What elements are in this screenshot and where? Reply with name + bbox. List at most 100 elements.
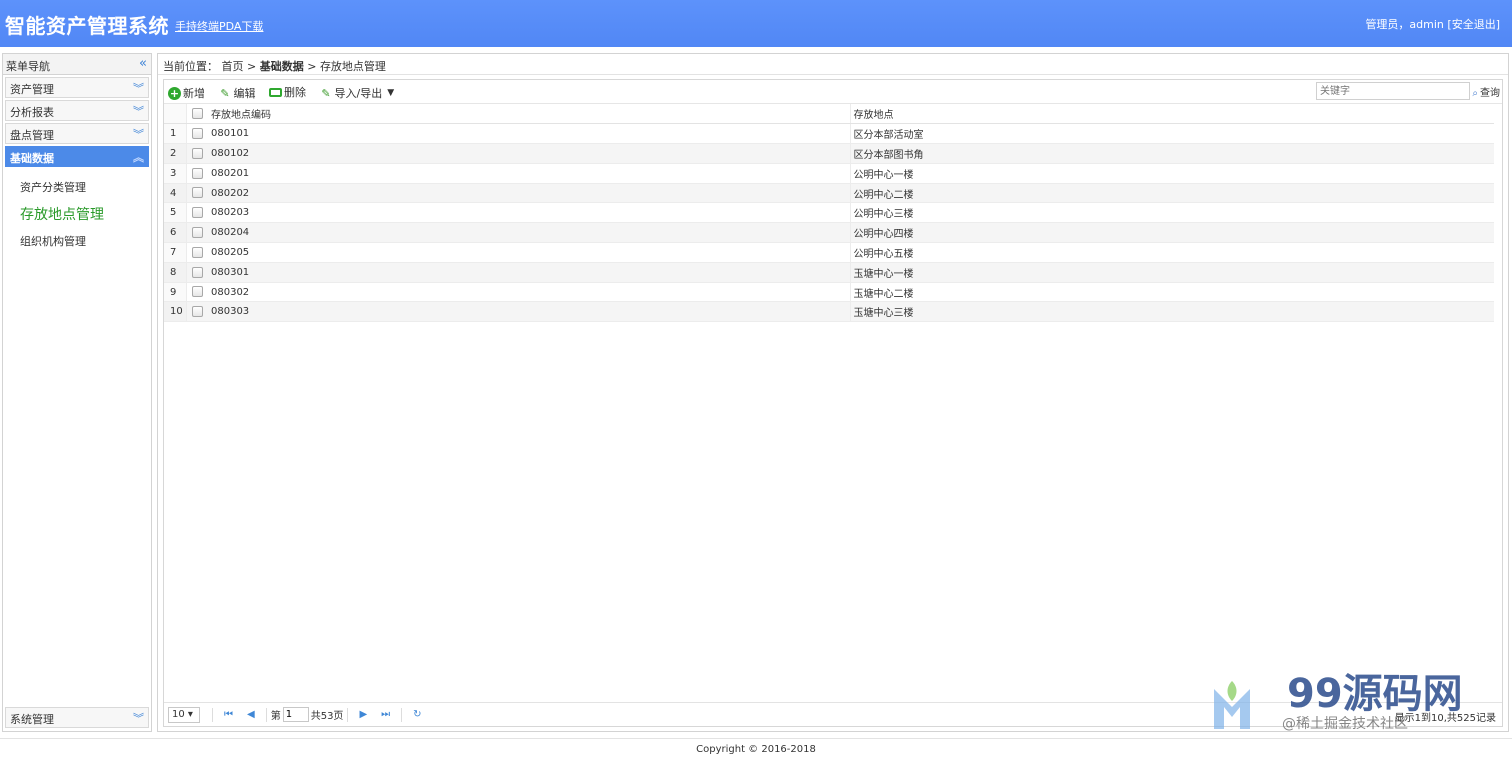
row-number: 2 bbox=[164, 143, 187, 164]
row-checkbox-cell bbox=[186, 282, 208, 303]
table-row[interactable]: 1 080101 区分本部活动室 bbox=[164, 123, 1494, 145]
last-page-icon[interactable]: ⏭ bbox=[381, 709, 390, 720]
edit-button[interactable]: ✎ 编辑 bbox=[219, 85, 256, 101]
row-checkbox[interactable] bbox=[191, 147, 203, 159]
row-number: 1 bbox=[164, 123, 187, 145]
prev-page-icon[interactable]: ◀ bbox=[247, 709, 255, 720]
double-chevron-down-icon: ︾ bbox=[133, 128, 144, 141]
row-checkbox[interactable] bbox=[191, 246, 203, 258]
row-number: 6 bbox=[164, 222, 187, 244]
table-row[interactable]: 9 080302 玉塘中心二楼 bbox=[164, 282, 1494, 303]
caret-down-icon: ▼ bbox=[387, 88, 395, 98]
sidebar-group-basic-data[interactable]: 基础数据 ︽ bbox=[5, 146, 149, 167]
breadcrumb-separator: > bbox=[307, 60, 317, 73]
main-panel: 当前位置： 首页 > 基础数据 > 存放地点管理 + 新增 ✎ 编辑 删除 ✎ … bbox=[157, 53, 1509, 732]
cell-location: 公明中心三楼 bbox=[850, 202, 1494, 224]
table-row[interactable]: 6 080204 公明中心四楼 bbox=[164, 222, 1494, 244]
row-checkbox-cell bbox=[186, 143, 208, 164]
row-checkbox-cell bbox=[186, 262, 208, 283]
sidebar-group-label: 资产管理 bbox=[10, 83, 54, 96]
cell-code: 080202 bbox=[208, 183, 851, 204]
sidebar-item-storage-location[interactable]: 存放地点管理 bbox=[20, 204, 151, 224]
sidebar: 菜单导航 « 资产管理 ︾ 分析报表 ︾ 盘点管理 ︾ 基础数据 ︽ 资产分类管… bbox=[2, 53, 152, 732]
row-checkbox-cell bbox=[186, 123, 208, 145]
sidebar-group-label: 分析报表 bbox=[10, 106, 54, 119]
table-row[interactable]: 2 080102 区分本部图书角 bbox=[164, 143, 1494, 164]
sidebar-group-label: 盘点管理 bbox=[10, 129, 54, 142]
search-icon: ⌕ bbox=[1472, 88, 1478, 99]
table-row[interactable]: 10 080303 玉塘中心三楼 bbox=[164, 301, 1494, 323]
sidebar-item-asset-category[interactable]: 资产分类管理 bbox=[20, 179, 151, 195]
refresh-icon[interactable]: ↻ bbox=[413, 709, 421, 720]
delete-button-label: 删除 bbox=[284, 86, 306, 99]
row-checkbox-cell bbox=[186, 222, 208, 244]
pager-divider bbox=[212, 707, 213, 722]
double-chevron-left-icon[interactable]: « bbox=[139, 56, 147, 71]
breadcrumb-home[interactable]: 首页 bbox=[222, 60, 244, 73]
page-size-select[interactable]: 10 ▾ bbox=[168, 706, 200, 723]
double-chevron-down-icon: ︾ bbox=[133, 82, 144, 95]
table-row[interactable]: 3 080201 公明中心一楼 bbox=[164, 163, 1494, 184]
page-total: 共53页 bbox=[310, 711, 344, 722]
sidebar-group-assets[interactable]: 资产管理 ︾ bbox=[5, 77, 149, 98]
data-grid-panel: + 新增 ✎ 编辑 删除 ✎ 导入/导出 ▼ ⌕查询 bbox=[163, 79, 1503, 727]
cell-code: 080201 bbox=[208, 163, 851, 184]
row-checkbox[interactable] bbox=[191, 266, 203, 278]
select-all-checkbox[interactable] bbox=[191, 107, 203, 119]
row-number-header bbox=[164, 104, 187, 125]
table-row[interactable]: 5 080203 公明中心三楼 bbox=[164, 202, 1494, 224]
row-checkbox[interactable] bbox=[191, 286, 203, 298]
cell-code: 080101 bbox=[208, 123, 851, 145]
sidebar-group-reports[interactable]: 分析报表 ︾ bbox=[5, 100, 149, 121]
pager-divider bbox=[347, 707, 349, 722]
page-number-input[interactable] bbox=[282, 707, 309, 722]
sidebar-group-inventory[interactable]: 盘点管理 ︾ bbox=[5, 123, 149, 144]
cell-location: 区分本部图书角 bbox=[850, 143, 1494, 164]
first-page-icon[interactable]: ⏮ bbox=[224, 709, 233, 720]
row-number: 4 bbox=[164, 183, 187, 204]
add-button[interactable]: + 新增 bbox=[168, 85, 205, 101]
pda-download-link[interactable]: 手持终端PDA下载 bbox=[175, 18, 263, 34]
search-button-label: 查询 bbox=[1480, 88, 1500, 99]
cell-location: 公明中心二楼 bbox=[850, 183, 1494, 204]
column-header-code[interactable]: 存放地点编码 bbox=[208, 104, 851, 125]
column-header-location[interactable]: 存放地点 bbox=[850, 104, 1494, 125]
row-checkbox-cell bbox=[186, 183, 208, 204]
cell-code: 080303 bbox=[208, 301, 851, 323]
row-checkbox[interactable] bbox=[191, 127, 203, 139]
edit-button-label: 编辑 bbox=[233, 87, 256, 100]
minus-box-icon bbox=[269, 87, 282, 97]
import-export-button[interactable]: ✎ 导入/导出 ▼ bbox=[320, 85, 395, 101]
top-header: 智能资产管理系统 手持终端PDA下载 管理员，admin [安全退出] bbox=[0, 0, 1512, 47]
add-button-label: 新增 bbox=[183, 87, 205, 100]
breadcrumb-current: 存放地点管理 bbox=[319, 60, 386, 73]
row-checkbox-cell bbox=[186, 163, 208, 184]
cell-code: 080302 bbox=[208, 282, 851, 303]
page-prefix: 第 bbox=[270, 711, 281, 722]
pencil-icon: ✎ bbox=[220, 86, 230, 100]
row-number: 7 bbox=[164, 242, 187, 263]
search-button[interactable]: ⌕ 查询 bbox=[1472, 84, 1500, 99]
row-checkbox[interactable] bbox=[191, 207, 203, 219]
sidebar-group-system[interactable]: 系统管理 ︾ bbox=[5, 707, 149, 728]
search-input[interactable] bbox=[1316, 82, 1470, 100]
row-checkbox[interactable] bbox=[191, 187, 203, 199]
table-row[interactable]: 7 080205 公明中心五楼 bbox=[164, 242, 1494, 263]
sidebar-group-label: 系统管理 bbox=[10, 713, 54, 726]
logout-link[interactable]: [安全退出] bbox=[1447, 18, 1500, 31]
next-page-icon[interactable]: ▶ bbox=[359, 709, 367, 720]
table-row[interactable]: 8 080301 玉塘中心一楼 bbox=[164, 262, 1494, 283]
table-row[interactable]: 4 080202 公明中心二楼 bbox=[164, 183, 1494, 204]
row-checkbox[interactable] bbox=[191, 306, 203, 318]
sidebar-item-organization[interactable]: 组织机构管理 bbox=[20, 233, 151, 249]
row-number: 3 bbox=[164, 163, 187, 184]
user-info: 管理员，admin [安全退出] bbox=[1365, 16, 1500, 32]
row-checkbox[interactable] bbox=[191, 167, 203, 179]
row-checkbox[interactable] bbox=[191, 226, 203, 238]
select-all-checkbox-cell bbox=[186, 104, 208, 125]
row-number: 5 bbox=[164, 202, 187, 224]
delete-button[interactable]: 删除 bbox=[269, 84, 306, 100]
cell-code: 080301 bbox=[208, 262, 851, 283]
sidebar-header: 菜单导航 « bbox=[3, 54, 151, 75]
breadcrumb-prefix: 当前位置： bbox=[163, 60, 218, 73]
